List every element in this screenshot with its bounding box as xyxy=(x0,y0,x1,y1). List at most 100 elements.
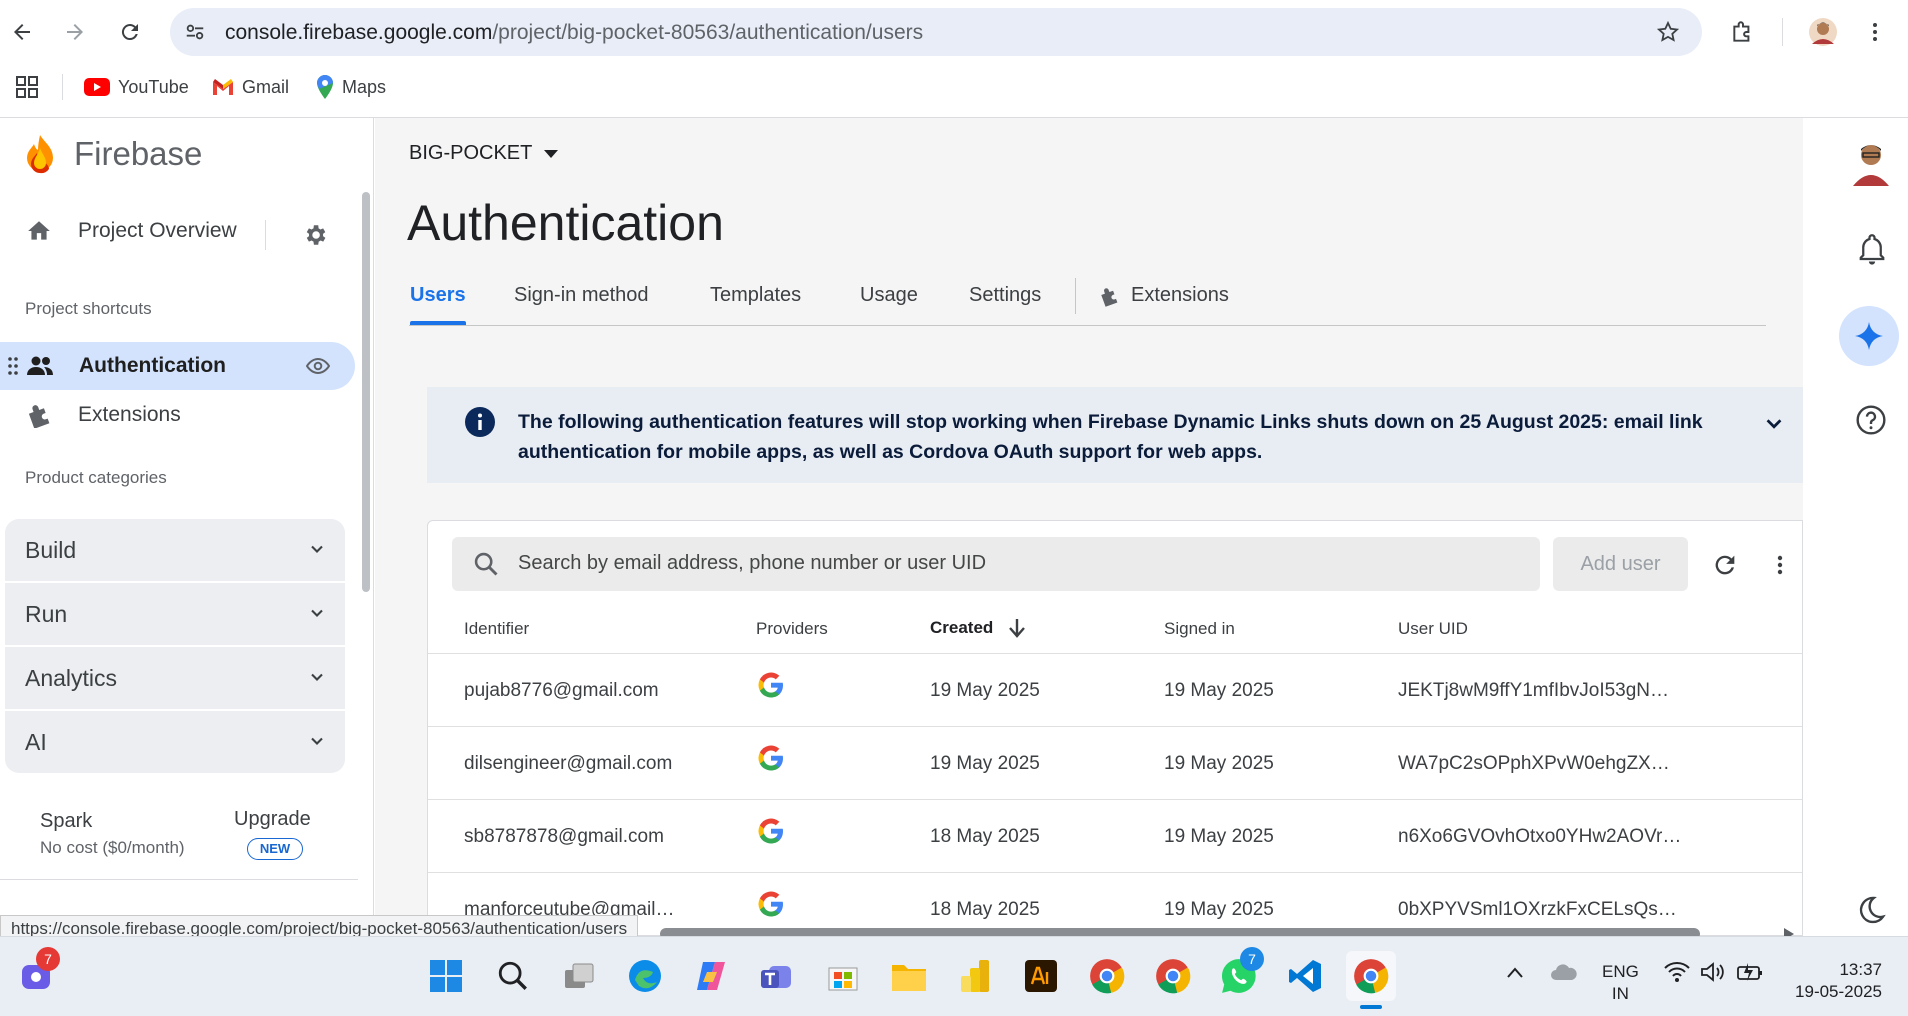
taskbar-widget-app[interactable]: 7 xyxy=(12,947,62,1001)
tab-usage[interactable]: Usage xyxy=(860,284,918,307)
taskbar-teams[interactable] xyxy=(752,951,802,1001)
forward-button[interactable] xyxy=(55,12,95,52)
taskbar-store[interactable] xyxy=(818,951,868,1001)
cell-identifier: dilsengineer@gmail.com xyxy=(464,753,673,774)
table-row[interactable]: dilsengineer@gmail.com 19 May 2025 19 Ma… xyxy=(428,726,1802,799)
help-icon[interactable] xyxy=(1855,404,1887,436)
toolbar-divider xyxy=(1782,18,1783,46)
taskbar-chrome-2[interactable] xyxy=(1148,951,1198,1001)
language-code: ENG xyxy=(1602,962,1639,981)
google-icon xyxy=(758,891,783,917)
chevron-up-icon[interactable] xyxy=(1506,965,1524,979)
chrome-icon xyxy=(1156,959,1191,994)
drag-handle-icon[interactable] xyxy=(8,357,18,375)
taskbar-chrome-active[interactable] xyxy=(1346,951,1396,1001)
taskbar-edge[interactable] xyxy=(620,951,670,1001)
tab-templates[interactable]: Templates xyxy=(710,284,801,307)
star-icon[interactable] xyxy=(1656,20,1680,44)
language-indicator[interactable]: ENG IN xyxy=(1602,961,1639,1005)
column-uid: User UID xyxy=(1398,619,1468,638)
vscode-icon xyxy=(1289,960,1321,992)
chevron-down-icon[interactable] xyxy=(1763,413,1785,435)
address-bar[interactable]: console.firebase.google.com/project/big-… xyxy=(170,8,1702,56)
url-text: console.firebase.google.com/project/big-… xyxy=(225,21,923,45)
battery-icon[interactable] xyxy=(1736,961,1764,983)
url-domain: console.firebase.google.com xyxy=(225,21,493,44)
sidebar-item-extensions[interactable]: Extensions xyxy=(26,402,181,428)
cell-created: 18 May 2025 xyxy=(930,899,1040,920)
category-label: Analytics xyxy=(25,664,118,691)
arrow-right-icon xyxy=(67,24,83,40)
bookmark-gmail[interactable]: Gmail xyxy=(212,74,289,100)
dark-mode-icon[interactable] xyxy=(1855,894,1887,926)
volume-icon[interactable] xyxy=(1700,961,1726,983)
taskbar-search[interactable] xyxy=(488,951,538,1001)
column-created[interactable]: Created xyxy=(930,617,1027,639)
add-user-button[interactable]: Add user xyxy=(1553,537,1688,591)
tab-users[interactable]: Users xyxy=(410,284,466,307)
more-vert-icon[interactable] xyxy=(1768,551,1792,579)
profile-button[interactable] xyxy=(1803,12,1843,52)
taskbar-copilot[interactable] xyxy=(686,951,736,1001)
firebase-logo[interactable]: Firebase xyxy=(24,134,202,174)
bell-icon[interactable] xyxy=(1857,232,1887,266)
taskbar-whatsapp[interactable]: 7 xyxy=(1214,947,1264,1001)
taskbar-power-bi[interactable] xyxy=(950,951,1000,1001)
tab-sign-in-method[interactable]: Sign-in method xyxy=(514,284,649,307)
reload-button[interactable] xyxy=(110,12,150,52)
gear-icon[interactable] xyxy=(302,222,328,248)
chevron-down-icon xyxy=(311,673,323,681)
teams-icon xyxy=(761,966,791,988)
category-run[interactable]: Run xyxy=(5,583,345,645)
sidebar-scrollbar[interactable] xyxy=(362,192,370,592)
cell-uid: 0bXPYVSml1OXrzkFxCELsQs… xyxy=(1398,899,1677,920)
reload-icon xyxy=(121,24,138,41)
extensions-button[interactable] xyxy=(1723,12,1763,52)
taskbar-vscode[interactable] xyxy=(1280,951,1330,1001)
column-signed-in[interactable]: Signed in xyxy=(1164,619,1235,639)
bookmark-maps[interactable]: Maps xyxy=(316,74,386,100)
sidebar-item-authentication[interactable]: Authentication xyxy=(0,342,355,390)
people-icon xyxy=(27,356,53,375)
power-bi-icon xyxy=(961,960,989,992)
taskbar-chrome-1[interactable] xyxy=(1082,951,1132,1001)
search-input[interactable]: Search by email address, phone number or… xyxy=(452,537,1540,591)
back-button[interactable] xyxy=(2,12,42,52)
project-overview-label: Project Overview xyxy=(78,219,237,242)
region-code: IN xyxy=(1611,984,1629,1003)
page-title: Authentication xyxy=(407,195,724,251)
browser-menu-button[interactable] xyxy=(1855,12,1895,52)
upgrade-button[interactable]: Upgrade xyxy=(234,808,311,831)
category-build[interactable]: Build xyxy=(5,519,345,581)
start-button[interactable] xyxy=(421,951,471,1001)
table-row[interactable]: sb8787878@gmail.com 18 May 2025 19 May 2… xyxy=(428,799,1802,872)
cell-uid: WA7pC2sOPphXPvW0ehgZX… xyxy=(1398,753,1670,774)
taskbar-file-explorer[interactable] xyxy=(884,951,934,1001)
category-ai[interactable]: AI xyxy=(5,711,345,773)
banner-text-line2: authentication for mobile apps, as well … xyxy=(518,441,1263,463)
table-row[interactable]: pujab8776@gmail.com 19 May 2025 19 May 2… xyxy=(428,653,1802,726)
project-selector[interactable]: BIG-POCKET xyxy=(409,142,560,165)
apps-grid-icon[interactable] xyxy=(16,76,38,98)
task-view-button[interactable] xyxy=(554,951,604,1001)
eye-icon[interactable] xyxy=(306,355,330,377)
site-settings-icon[interactable] xyxy=(184,21,206,43)
user-avatar[interactable] xyxy=(1849,138,1893,186)
column-identifier[interactable]: Identifier xyxy=(464,619,529,639)
onedrive-icon[interactable] xyxy=(1550,963,1578,981)
gemini-button[interactable] xyxy=(1839,306,1899,366)
shortcuts-heading: Project shortcuts xyxy=(25,299,152,318)
clock[interactable]: 13:37 19-05-2025 xyxy=(1782,959,1882,1003)
taskbar-illustrator[interactable] xyxy=(1016,951,1066,1001)
project-overview-link[interactable]: Project Overview xyxy=(26,218,237,244)
home-icon xyxy=(28,221,50,240)
tab-extensions[interactable]: Extensions xyxy=(1099,284,1229,307)
category-analytics[interactable]: Analytics xyxy=(5,647,345,709)
refresh-icon[interactable] xyxy=(1711,551,1739,579)
bookmark-youtube[interactable]: YouTube xyxy=(84,74,189,100)
chrome-icon xyxy=(1354,959,1389,994)
tab-settings[interactable]: Settings xyxy=(969,284,1041,307)
column-providers: Providers xyxy=(756,619,828,638)
puzzle-icon xyxy=(1733,21,1750,42)
wifi-icon[interactable] xyxy=(1664,961,1690,983)
